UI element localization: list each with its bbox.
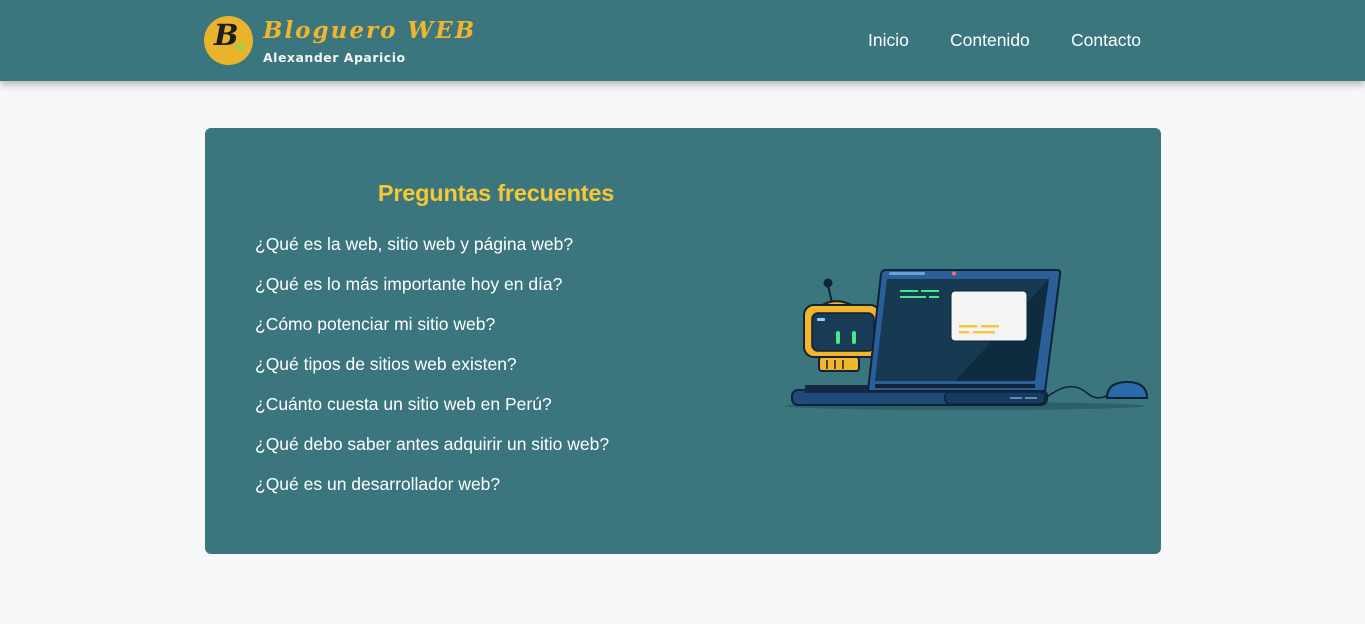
faq-link[interactable]: ¿Qué es lo más importante hoy en día? — [255, 274, 562, 294]
nav-link-inicio[interactable]: Inicio — [868, 29, 909, 51]
faq-item: ¿Qué es la web, sitio web y página web? — [255, 232, 609, 272]
faq-link[interactable]: ¿Qué es un desarrollador web? — [255, 474, 500, 494]
faq-item: ¿Cuánto cuesta un sitio web en Perú? — [255, 392, 609, 432]
logo-sub-letter: W — [234, 41, 247, 54]
faq-card: Preguntas frecuentes ¿Qué es la web, sit… — [205, 128, 1161, 554]
faq-item: ¿Qué tipos de sitios web existen? — [255, 352, 609, 392]
faq-title: Preguntas frecuentes — [377, 180, 615, 206]
faq-link[interactable]: ¿Cuánto cuesta un sitio web en Perú? — [255, 394, 552, 414]
nav-link-contenido[interactable]: Contenido — [950, 29, 1030, 51]
faq-link[interactable]: ¿Cómo potenciar mi sitio web? — [255, 314, 495, 334]
robot-laptop-illustration-icon — [785, 269, 1149, 410]
nav-link-contacto[interactable]: Contacto — [1071, 29, 1141, 51]
navbar: B W Bloguero WEB Alexander Aparicio Inic… — [0, 0, 1365, 81]
brand-subtitle: Alexander Aparicio — [263, 50, 406, 65]
faq-item: ¿Qué es lo más importante hoy en día? — [255, 272, 609, 312]
brand-title: Bloguero WEB — [263, 17, 477, 44]
faq-link[interactable]: ¿Qué tipos de sitios web existen? — [255, 354, 517, 374]
faq-item: ¿Qué es un desarrollador web? — [255, 472, 609, 512]
faq-list: ¿Qué es la web, sitio web y página web? … — [255, 232, 609, 512]
faq-item: ¿Qué debo saber antes adquirir un sitio … — [255, 432, 609, 472]
faq-item: ¿Cómo potenciar mi sitio web? — [255, 312, 609, 352]
faq-link[interactable]: ¿Qué debo saber antes adquirir un sitio … — [255, 434, 609, 454]
brand-logo-icon: B W — [204, 16, 253, 65]
faq-link[interactable]: ¿Qué es la web, sitio web y página web? — [255, 234, 573, 254]
